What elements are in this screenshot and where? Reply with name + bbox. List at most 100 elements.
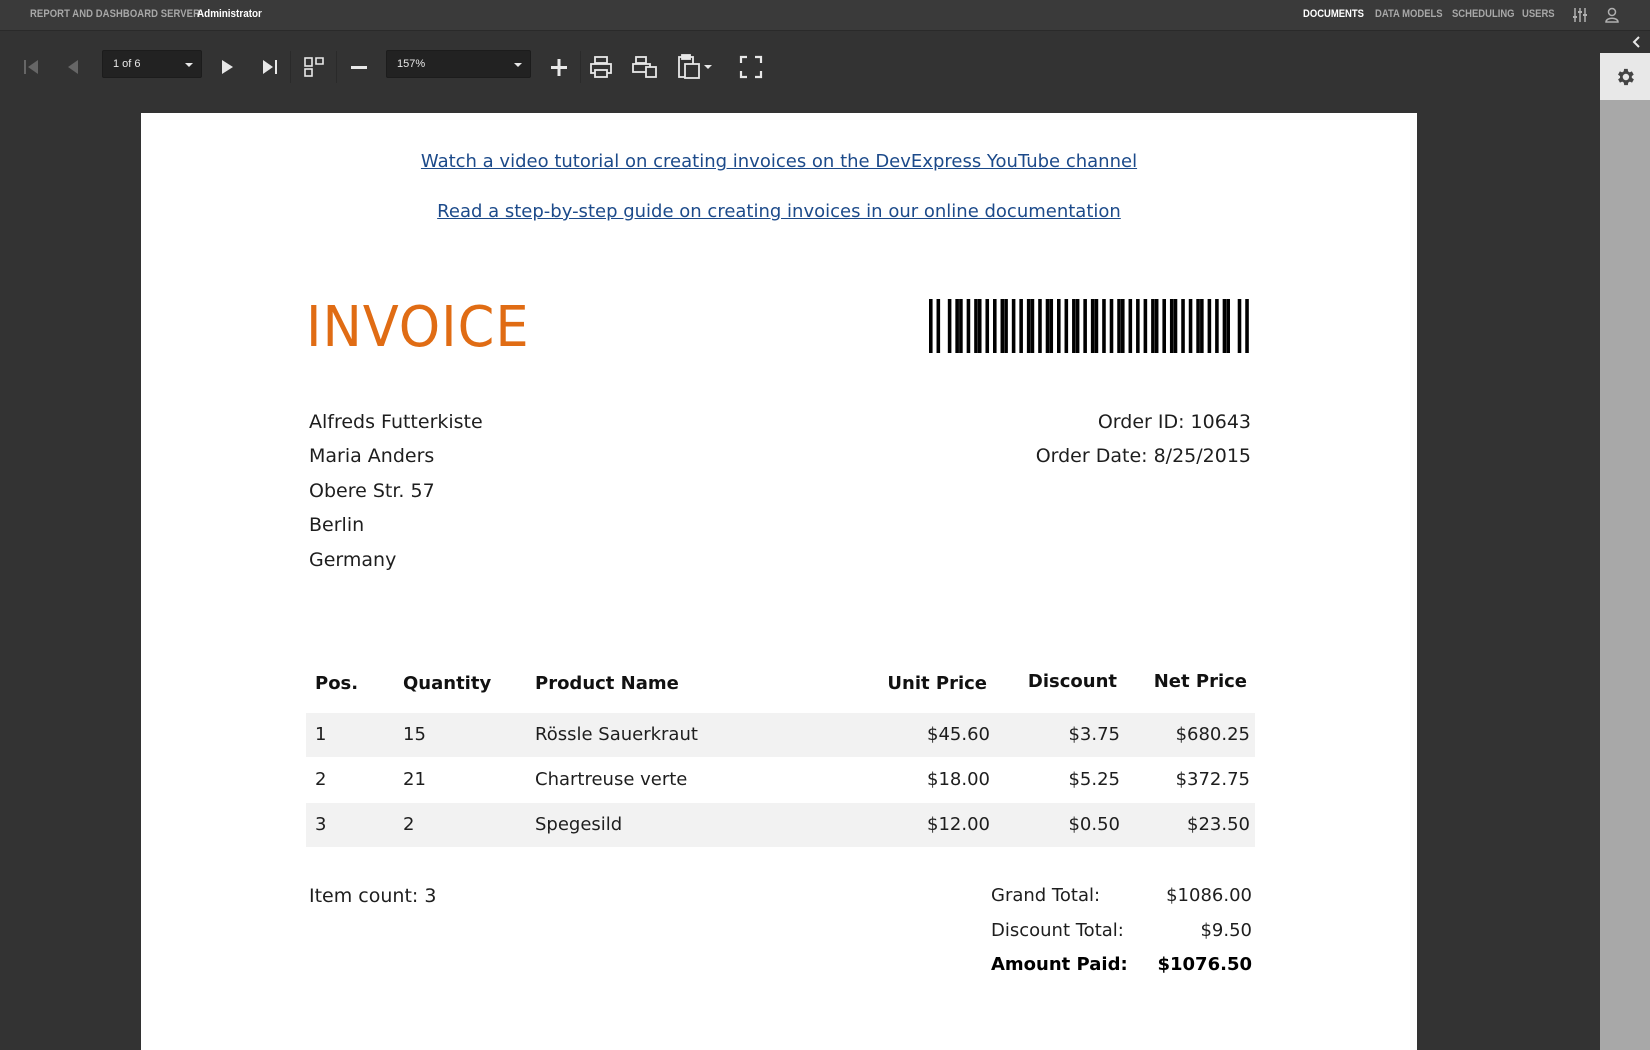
header-discount: Discount bbox=[1027, 671, 1117, 692]
table-row: 3 2 Spegesild $12.00 $0.50 $23.50 bbox=[306, 803, 1255, 847]
barcode-bar bbox=[1162, 299, 1166, 353]
barcode-bar bbox=[1090, 299, 1095, 353]
row-net-price: $23.50 bbox=[1187, 814, 1250, 835]
first-page-icon[interactable] bbox=[15, 51, 47, 83]
header-pos: Pos. bbox=[315, 673, 359, 694]
barcode-bar bbox=[1215, 299, 1219, 353]
toolbar-separator bbox=[336, 51, 337, 83]
page-selector-value: 1 of 6 bbox=[113, 58, 141, 70]
row-unit-price: $18.00 bbox=[927, 769, 990, 790]
barcode-bar bbox=[1173, 299, 1178, 353]
barcode-bar bbox=[1151, 299, 1155, 353]
customer-country: Germany bbox=[309, 549, 397, 571]
multipage-toggle-icon[interactable] bbox=[298, 51, 330, 83]
barcode-bar bbox=[1057, 299, 1061, 353]
barcode-bar bbox=[936, 299, 941, 353]
row-unit-price: $12.00 bbox=[927, 814, 990, 835]
nav-data-models[interactable]: DATA MODELS bbox=[1375, 8, 1443, 20]
barcode-bar bbox=[959, 299, 963, 353]
barcode-bar bbox=[1011, 299, 1016, 353]
last-page-icon[interactable] bbox=[254, 51, 286, 83]
chevron-left-icon bbox=[1632, 36, 1640, 48]
settings-sliders-icon[interactable] bbox=[1571, 6, 1589, 24]
barcode bbox=[929, 299, 1249, 353]
barcode-bar bbox=[1072, 299, 1076, 353]
barcode-bar bbox=[1188, 299, 1193, 353]
barcode-bar bbox=[1154, 299, 1159, 353]
next-page-icon[interactable] bbox=[211, 51, 243, 83]
nav-users[interactable]: USERS bbox=[1522, 8, 1555, 20]
page-selector[interactable]: 1 of 6 bbox=[102, 50, 202, 78]
panel-collapse-button[interactable] bbox=[1600, 31, 1650, 53]
nav-scheduling[interactable]: SCHEDULING bbox=[1452, 8, 1515, 20]
row-quantity: 21 bbox=[403, 769, 426, 790]
barcode-bar bbox=[1222, 299, 1227, 353]
barcode-bar bbox=[966, 299, 971, 353]
barcode-bar bbox=[1169, 299, 1174, 353]
barcode-bar bbox=[955, 299, 959, 353]
row-product: Chartreuse verte bbox=[535, 769, 688, 790]
barcode-bar bbox=[1237, 299, 1242, 353]
row-discount: $3.75 bbox=[1068, 724, 1120, 745]
app-title[interactable]: REPORT AND DASHBOARD SERVER bbox=[30, 8, 200, 20]
invoice-title: INVOICE bbox=[306, 295, 530, 360]
barcode-bar bbox=[985, 299, 990, 353]
zoom-selector[interactable]: 157% bbox=[386, 50, 531, 78]
grand-total-label: Grand Total: bbox=[991, 885, 1101, 906]
order-date: Order Date: 8/25/2015 bbox=[1035, 445, 1251, 467]
amount-paid-label: Amount Paid: bbox=[991, 954, 1128, 975]
header-product-name: Product Name bbox=[535, 673, 679, 694]
table-row: 2 21 Chartreuse verte $18.00 $5.25 $372.… bbox=[306, 758, 1255, 802]
prev-page-icon[interactable] bbox=[57, 51, 89, 83]
zoom-value: 157% bbox=[397, 58, 426, 70]
export-icon[interactable] bbox=[674, 51, 716, 83]
table-row: 1 15 Rössle Sauerkraut $45.60 $3.75 $680… bbox=[306, 713, 1255, 757]
barcode-bar bbox=[1245, 299, 1249, 353]
customer-contact: Maria Anders bbox=[309, 445, 435, 467]
documentation-link[interactable]: Read a step-by-step guide on creating in… bbox=[141, 201, 1417, 222]
row-pos: 2 bbox=[315, 769, 327, 790]
barcode-bar bbox=[1075, 299, 1080, 353]
barcode-bar bbox=[929, 299, 933, 353]
barcode-bar bbox=[1045, 299, 1050, 353]
barcode-bar bbox=[974, 299, 978, 353]
nav-documents[interactable]: DOCUMENTS bbox=[1303, 8, 1364, 20]
order-id: Order ID: 10643 bbox=[1097, 411, 1251, 433]
chevron-down-icon bbox=[185, 63, 193, 67]
customer-company: Alfreds Futterkiste bbox=[309, 411, 483, 433]
barcode-bar bbox=[1117, 299, 1121, 353]
barcode-bar bbox=[1143, 299, 1148, 353]
current-user[interactable]: Administrator bbox=[197, 8, 262, 20]
barcode-bar bbox=[977, 299, 982, 353]
video-tutorial-link[interactable]: Watch a video tutorial on creating invoi… bbox=[141, 151, 1417, 172]
grand-total-value: $1086.00 bbox=[1166, 885, 1252, 906]
user-icon[interactable] bbox=[1603, 6, 1621, 24]
discount-total-label: Discount Total: bbox=[991, 920, 1124, 941]
print-page-icon[interactable] bbox=[629, 51, 661, 83]
print-icon[interactable] bbox=[585, 51, 617, 83]
zoom-in-icon[interactable] bbox=[543, 51, 575, 83]
customer-city: Berlin bbox=[309, 514, 365, 536]
row-pos: 3 bbox=[315, 814, 327, 835]
row-quantity: 15 bbox=[403, 724, 426, 745]
barcode-bar bbox=[1000, 299, 1005, 353]
zoom-out-icon[interactable] bbox=[343, 51, 375, 83]
row-quantity: 2 bbox=[403, 814, 415, 835]
row-discount: $5.25 bbox=[1068, 769, 1120, 790]
barcode-bar bbox=[1121, 299, 1125, 353]
gear-icon[interactable] bbox=[1600, 53, 1650, 100]
row-net-price: $372.75 bbox=[1175, 769, 1250, 790]
row-pos: 1 bbox=[315, 724, 327, 745]
barcode-bar bbox=[1064, 299, 1069, 353]
document-page: Watch a video tutorial on creating invoi… bbox=[141, 113, 1417, 1050]
barcode-bar bbox=[1128, 299, 1133, 353]
barcode-bar bbox=[1030, 299, 1035, 353]
item-count: Item count: 3 bbox=[309, 885, 437, 907]
amount-paid-value: $1076.50 bbox=[1157, 954, 1252, 975]
row-net-price: $680.25 bbox=[1175, 724, 1250, 745]
fullscreen-icon[interactable] bbox=[735, 51, 767, 83]
header-unit-price: Unit Price bbox=[887, 673, 987, 694]
barcode-bar bbox=[1083, 299, 1087, 353]
barcode-bar bbox=[1049, 299, 1054, 353]
barcode-bar bbox=[1207, 299, 1212, 353]
